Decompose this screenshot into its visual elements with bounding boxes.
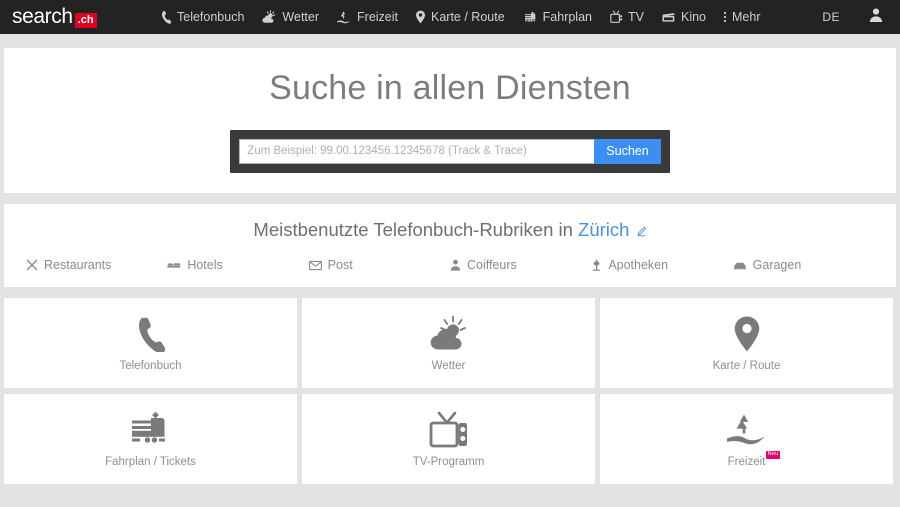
new-badge: Neu [765, 451, 781, 459]
logo-tld: .ch [74, 13, 97, 28]
tile-label-text: Freizeit [727, 456, 766, 468]
tile-tv-programm[interactable]: TV-Programm [302, 394, 595, 484]
tree-path-icon [725, 410, 769, 450]
rubric-label: Restaurants [44, 258, 112, 272]
rubrics-title-prefix: Meistbenutzte Telefonbuch-Rubriken in [253, 219, 579, 240]
rubric-restaurants[interactable]: Restaurants [26, 258, 167, 272]
tile-label: Telefonbuch [119, 360, 182, 372]
rubric-label: Apotheken [608, 258, 669, 272]
rubric-label: Coiffeurs [466, 258, 517, 272]
rubric-post[interactable]: Post [308, 258, 450, 272]
rubric-label: Garagen [752, 258, 802, 272]
map-pin-icon [415, 10, 426, 24]
kebab-menu-icon [723, 10, 727, 24]
tile-label: Freizeit Neu [727, 451, 781, 468]
tile-freizeit[interactable]: Freizeit Neu [600, 394, 893, 484]
tile-wetter[interactable]: Wetter [302, 298, 595, 388]
rubric-garagen[interactable]: Garagen [733, 258, 874, 272]
tile-label: Karte / Route [712, 360, 781, 372]
nav-item-label: Telefonbuch [177, 10, 245, 24]
leisure-icon [336, 10, 352, 24]
cutlery-icon [26, 259, 38, 271]
phone-handset-icon [136, 314, 166, 354]
locomotive-icon [130, 410, 172, 450]
top-navigation-bar: search .ch Telefonbuch Wetter Freizeit K… [0, 0, 900, 34]
search-input[interactable] [239, 138, 595, 164]
pharmacy-icon [591, 259, 602, 271]
nav-item-fahrplan[interactable]: Fahrplan [522, 10, 592, 24]
tile-karte-route[interactable]: Karte / Route [600, 298, 893, 388]
nav-item-label: Kino [680, 10, 707, 24]
rubrics-city-link[interactable]: Zürich [578, 219, 629, 240]
tv-icon [609, 10, 623, 24]
sun-cloud-icon [426, 314, 472, 354]
car-icon [733, 260, 747, 271]
search-submit-button[interactable]: Suchen [594, 138, 661, 164]
cinema-icon [661, 10, 676, 24]
nav-item-label: Mehr [732, 10, 761, 24]
rubric-apotheken[interactable]: Apotheken [591, 258, 732, 272]
tile-telefonbuch[interactable]: Telefonbuch [4, 298, 297, 388]
rubric-hotels[interactable]: Hotels [167, 258, 308, 272]
rubrics-list: Restaurants Hotels Post Coiffeurs Apothe [4, 258, 896, 272]
user-icon[interactable] [868, 7, 884, 28]
nav-item-kino[interactable]: Kino [661, 10, 706, 24]
nav-right-controls: DE [822, 7, 900, 28]
nav-item-label: TV [628, 10, 644, 24]
retro-tv-icon [428, 410, 470, 450]
nav-item-mehr[interactable]: Mehr [723, 10, 761, 24]
phone-icon [160, 10, 172, 24]
nav-item-label: Karte / Route [431, 10, 505, 24]
nav-item-label: Wetter [282, 10, 320, 24]
language-selector[interactable]: DE [822, 10, 840, 24]
search-bar: Suchen [230, 129, 670, 173]
pencil-icon[interactable] [630, 220, 646, 241]
tile-label: TV-Programm [412, 456, 485, 468]
rubric-coiffeurs[interactable]: Coiffeurs [450, 258, 591, 272]
envelope-icon [308, 260, 322, 271]
nav-links: Telefonbuch Wetter Freizeit Karte / Rout… [160, 10, 822, 24]
logo-word: search [12, 5, 73, 28]
train-icon [522, 10, 538, 24]
nav-item-wetter[interactable]: Wetter [261, 10, 319, 24]
site-logo[interactable]: search .ch [0, 6, 160, 28]
tile-fahrplan-tickets[interactable]: Fahrplan / Tickets [4, 394, 297, 484]
nav-item-label: Freizeit [357, 10, 398, 24]
bed-icon [167, 259, 181, 271]
service-tiles-grid: Telefonbuch Wetter Karte / Route Fahrpla… [0, 298, 900, 484]
map-pin-icon [733, 314, 761, 354]
rubric-label: Post [327, 258, 353, 272]
nav-item-tv[interactable]: TV [609, 10, 644, 24]
page-title: Suche in allen Diensten [269, 68, 631, 107]
rubrics-card: Meistbenutzte Telefonbuch-Rubriken in Zü… [4, 204, 896, 287]
rubrics-title: Meistbenutzte Telefonbuch-Rubriken in Zü… [253, 219, 646, 242]
search-card: Suche in allen Diensten Suchen [4, 48, 896, 193]
rubric-label: Hotels [187, 258, 223, 272]
nav-item-telefonbuch[interactable]: Telefonbuch [160, 10, 244, 24]
weather-icon [261, 10, 277, 24]
tile-label: Wetter [431, 360, 466, 372]
tile-label: Fahrplan / Tickets [105, 456, 196, 468]
nav-item-freizeit[interactable]: Freizeit [336, 10, 398, 24]
person-icon [450, 259, 461, 271]
nav-item-label: Fahrplan [542, 10, 592, 24]
nav-item-karte-route[interactable]: Karte / Route [415, 10, 505, 24]
